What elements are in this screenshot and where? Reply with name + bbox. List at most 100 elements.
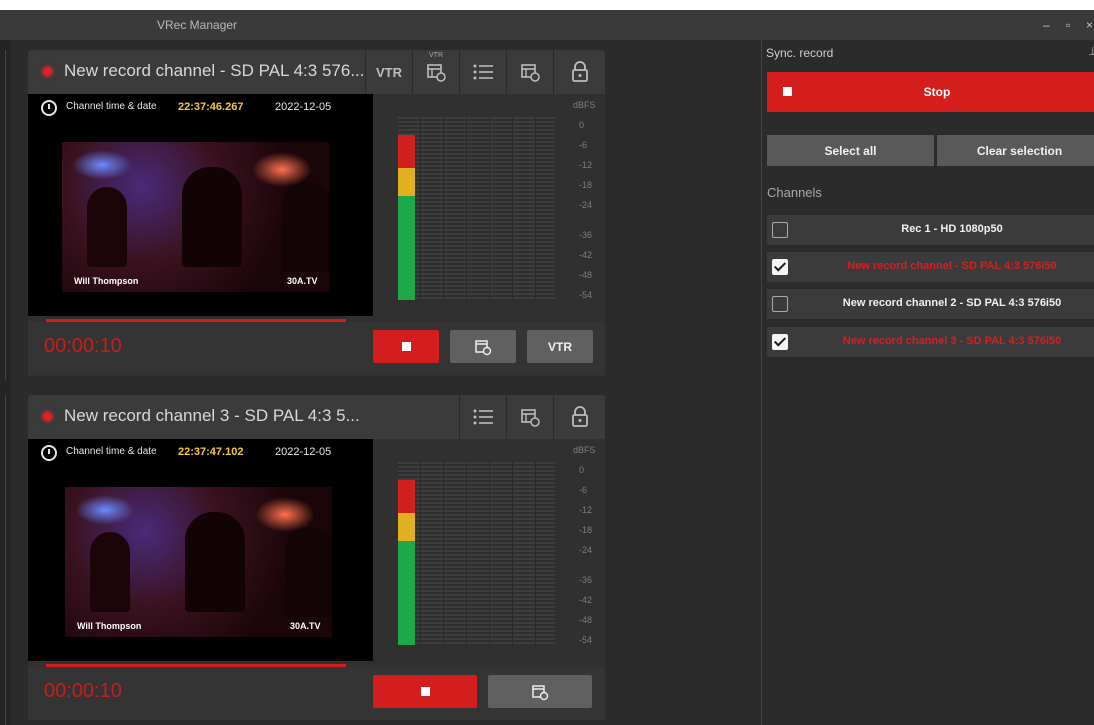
channel-checkbox[interactable]: [772, 296, 788, 312]
channel-list-item[interactable]: New record channel 3 - SD PAL 4:3 576i50: [767, 327, 1094, 357]
panel-footer: 00:00:10 VTR: [28, 322, 605, 375]
lower-third-name: Will Thompson: [74, 276, 139, 286]
meter-tick: -36: [579, 575, 593, 585]
vtr-small-label: VTR: [429, 52, 443, 59]
channel-time-label: Channel time & date: [66, 101, 157, 112]
meter-tick: -6: [579, 140, 588, 150]
meter-tick: -54: [579, 635, 593, 645]
sync-stop-button[interactable]: Stop: [767, 72, 1094, 112]
panel-title: New record channel 3 - SD PAL 4:3 5...: [64, 406, 360, 425]
clock-icon: [41, 100, 57, 116]
vtr-toggle-label: VTR: [376, 64, 402, 80]
clock-icon: [41, 445, 57, 461]
meter-tick: 0: [579, 465, 585, 475]
meter-tick: -48: [579, 270, 593, 280]
meter-tick: -54: [579, 290, 593, 300]
meter-unit: dBFS: [573, 100, 596, 110]
channel-name: Rec 1 - HD 1080p50: [901, 223, 1003, 235]
vtr-button[interactable]: VTR: [527, 330, 593, 363]
vtr-schedule-icon: [427, 64, 446, 82]
schedule-icon: [521, 64, 540, 82]
lock-icon: [572, 61, 588, 82]
meter-tick: -36: [579, 230, 593, 240]
audio-level-meter: [398, 117, 555, 300]
schedule-icon: [475, 339, 492, 355]
clear-selection-button[interactable]: Clear selection: [937, 135, 1094, 166]
stop-icon: [401, 342, 411, 351]
lock-icon: [572, 406, 588, 427]
meter-tick: -18: [579, 525, 593, 535]
recording-indicator-icon: [43, 412, 52, 421]
minimize-button[interactable]: –: [1043, 18, 1050, 32]
schedule-button[interactable]: [506, 50, 553, 94]
lower-third-name: Will Thompson: [77, 621, 142, 631]
lock-button[interactable]: [553, 50, 606, 94]
recording-indicator-icon: [43, 67, 52, 76]
list-button[interactable]: [459, 395, 506, 439]
vtr-button-label: VTR: [548, 339, 572, 354]
meter-tick: 0: [579, 120, 585, 130]
list-icon: [473, 409, 493, 425]
video-frame: Will Thompson 30A.TV: [65, 487, 332, 637]
close-button[interactable]: ×: [1086, 18, 1093, 32]
title-bar[interactable]: VRec Manager – ▫ ×: [0, 10, 1094, 40]
channel-date: 2022-12-05: [275, 101, 332, 113]
schedule-icon: [532, 684, 549, 700]
recording-timer: 00:00:10: [44, 680, 122, 702]
schedule-record-button[interactable]: [450, 330, 516, 363]
list-icon: [473, 64, 493, 80]
select-all-button[interactable]: Select all: [767, 135, 934, 166]
stop-record-button[interactable]: [373, 330, 439, 363]
meter-tick: -18: [579, 180, 593, 190]
list-button[interactable]: [459, 50, 506, 94]
video-preview[interactable]: Channel time & date 22:37:47.102 2022-12…: [28, 439, 373, 661]
sync-record-title: Sync. record: [766, 46, 834, 60]
vtr-schedule-button[interactable]: VTR: [412, 50, 459, 94]
vtr-toggle-button[interactable]: VTR: [365, 50, 412, 94]
meter-tick: -6: [579, 485, 588, 495]
meter-tick: -12: [579, 160, 593, 170]
meter-tick: -42: [579, 595, 593, 605]
maximize-button[interactable]: ▫: [1066, 18, 1070, 32]
left-strip: [0, 40, 10, 725]
lower-third-channel: 30A.TV: [287, 276, 318, 286]
meter-tick: -42: [579, 250, 593, 260]
window-title: VRec Manager: [157, 18, 238, 32]
schedule-icon: [521, 409, 540, 427]
sync-record-pane: Sync. record ⊥ Stop Select all Clear sel…: [761, 40, 1094, 725]
channel-list-item[interactable]: New record channel - SD PAL 4:3 576i50: [767, 252, 1094, 282]
channel-name: New record channel - SD PAL 4:3 576i50: [847, 260, 1057, 272]
channel-date: 2022-12-05: [275, 446, 332, 458]
audio-level-meter: [398, 462, 555, 645]
record-channel-panel: New record channel 3 - SD PAL 4:3 5... C…: [28, 395, 605, 720]
record-channel-panel: New record channel - SD PAL 4:3 576... V…: [28, 50, 605, 376]
meter-tick: -48: [579, 615, 593, 625]
recording-timer: 00:00:10: [44, 335, 122, 357]
video-frame: Will Thompson 30A.TV: [62, 142, 329, 292]
schedule-record-button[interactable]: [488, 675, 592, 708]
channel-checkbox[interactable]: [772, 334, 788, 350]
meter-unit: dBFS: [573, 445, 596, 455]
panel-title: New record channel - SD PAL 4:3 576...: [64, 61, 365, 80]
lock-button[interactable]: [553, 395, 606, 439]
video-preview[interactable]: Channel time & date 22:37:46.267 2022-12…: [28, 94, 373, 316]
channel-checkbox[interactable]: [772, 222, 788, 238]
channels-heading: Channels: [767, 185, 822, 200]
channel-time: 22:37:47.102: [178, 446, 244, 458]
meter-tick: -12: [579, 505, 593, 515]
pin-icon[interactable]: ⊥: [1088, 45, 1094, 58]
meter-tick: -24: [579, 200, 593, 210]
schedule-button[interactable]: [506, 395, 553, 439]
panel-header: New record channel 3 - SD PAL 4:3 5...: [28, 395, 605, 439]
meter-tick: -24: [579, 545, 593, 555]
channel-checkbox[interactable]: [772, 259, 788, 275]
channel-list-item[interactable]: Rec 1 - HD 1080p50: [767, 215, 1094, 245]
stop-record-button[interactable]: [373, 675, 477, 708]
channel-time-label: Channel time & date: [66, 446, 157, 457]
channel-list-item[interactable]: New record channel 2 - SD PAL 4:3 576i50: [767, 289, 1094, 319]
lower-third-channel: 30A.TV: [290, 621, 321, 631]
panel-footer: 00:00:10: [28, 667, 605, 720]
channel-name: New record channel 2 - SD PAL 4:3 576i50: [842, 297, 1062, 309]
app-window: VRec Manager – ▫ × New record channel - …: [0, 10, 1094, 725]
channel-name: New record channel 3 - SD PAL 4:3 576i50: [842, 335, 1062, 347]
